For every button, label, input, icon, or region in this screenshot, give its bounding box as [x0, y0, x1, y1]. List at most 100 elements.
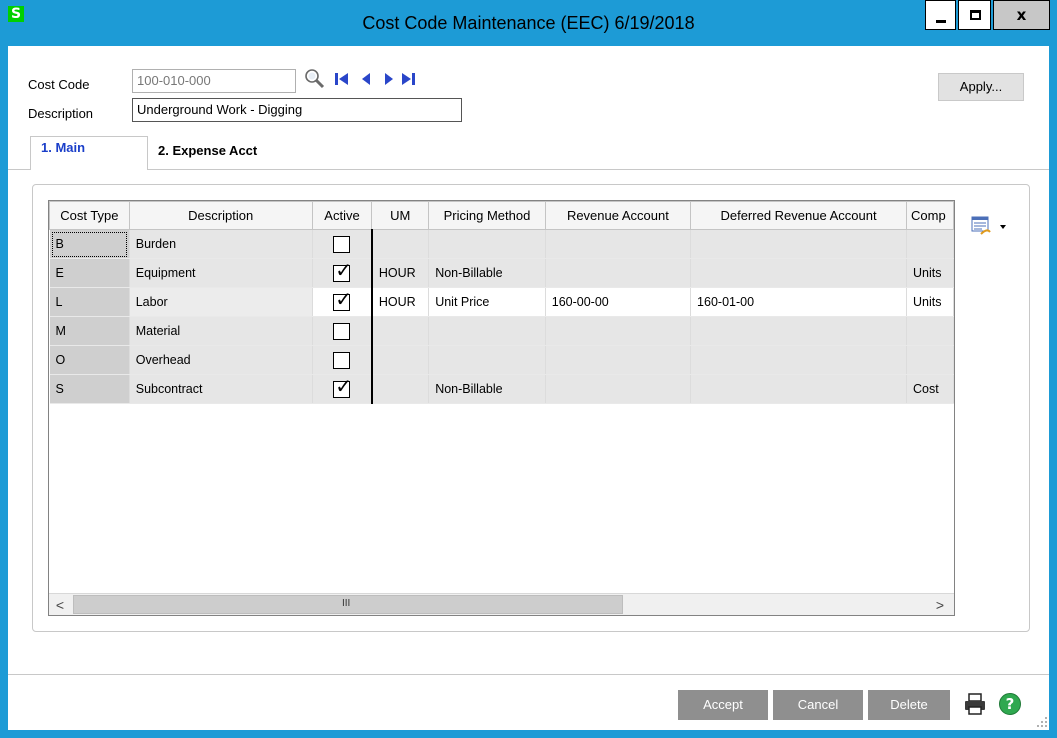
checkmark-icon: ✓: [335, 258, 352, 282]
um-cell[interactable]: [371, 316, 430, 346]
pricing-method-cell[interactable]: Non-Billable: [428, 258, 546, 288]
pricing-method-cell[interactable]: Non-Billable: [428, 374, 546, 404]
last-record-icon[interactable]: [400, 71, 416, 87]
comp-cell[interactable]: Units: [906, 258, 954, 288]
apply-button[interactable]: Apply...: [938, 73, 1024, 101]
scrollbar-thumb[interactable]: III: [73, 595, 623, 614]
pricing-method-cell[interactable]: Unit Price: [428, 287, 546, 317]
grid-settings-icon[interactable]: [970, 214, 1010, 238]
resize-grip-icon[interactable]: [1036, 716, 1048, 728]
help-icon[interactable]: ?: [998, 692, 1022, 716]
deferred-revenue-account-cell[interactable]: 160-01-00: [690, 287, 908, 317]
tab-main[interactable]: 1. Main: [30, 136, 148, 170]
tab-expense-acct[interactable]: 2. Expense Acct: [148, 136, 276, 168]
pricing-method-cell[interactable]: [428, 316, 546, 346]
cancel-button[interactable]: Cancel: [773, 690, 863, 720]
um-cell[interactable]: [371, 374, 430, 404]
description-cell[interactable]: Overhead: [129, 345, 313, 375]
table-row[interactable]: S Subcontract ✓ Non-Billable Cost: [49, 374, 954, 404]
table-row[interactable]: O Overhead: [49, 345, 954, 375]
table-row[interactable]: M Material: [49, 316, 954, 346]
column-header-revenue-account[interactable]: Revenue Account: [544, 201, 692, 230]
description-cell[interactable]: Material: [129, 316, 313, 346]
um-cell[interactable]: [371, 229, 430, 259]
deferred-revenue-account-cell[interactable]: [690, 229, 908, 259]
um-cell[interactable]: HOUR: [371, 287, 430, 317]
cost-code-input[interactable]: 100-010-000: [132, 69, 296, 93]
column-header-um[interactable]: UM: [371, 201, 430, 230]
cost-type-cell[interactable]: O: [49, 345, 130, 375]
description-cell[interactable]: Burden: [129, 229, 313, 259]
active-cell[interactable]: ✓: [312, 374, 373, 404]
column-header-comp[interactable]: Comp: [906, 201, 954, 230]
comp-cell[interactable]: [906, 229, 954, 259]
comp-cell[interactable]: [906, 345, 954, 375]
active-checkbox[interactable]: ✓: [333, 289, 352, 311]
pricing-method-cell[interactable]: [428, 229, 546, 259]
scroll-left-icon[interactable]: <: [49, 594, 71, 615]
revenue-account-cell[interactable]: [545, 374, 692, 404]
active-checkbox[interactable]: [333, 351, 351, 369]
active-cell[interactable]: [312, 345, 373, 375]
previous-record-icon[interactable]: [358, 71, 374, 87]
description-cell[interactable]: Equipment: [129, 258, 313, 288]
active-checkbox[interactable]: [333, 322, 351, 340]
table-row[interactable]: B Burden: [49, 229, 954, 259]
revenue-account-cell[interactable]: [545, 316, 692, 346]
cancel-button-label: Cancel: [797, 697, 839, 712]
active-checkbox[interactable]: [333, 235, 351, 253]
accept-button[interactable]: Accept: [678, 690, 768, 720]
column-header-deferred-revenue-account[interactable]: Deferred Revenue Account: [690, 201, 908, 230]
deferred-revenue-account-cell[interactable]: [690, 345, 908, 375]
deferred-revenue-account-cell[interactable]: [690, 316, 908, 346]
cost-type-cell[interactable]: M: [49, 316, 130, 346]
table-row[interactable]: E Equipment ✓ HOUR Non-Billable Units: [49, 258, 954, 288]
cost-type-cell[interactable]: S: [49, 374, 130, 404]
active-tab-gap: [31, 169, 147, 171]
column-header-pricing-method[interactable]: Pricing Method: [428, 201, 546, 230]
maximize-button[interactable]: [958, 0, 991, 30]
comp-cell[interactable]: Cost: [906, 374, 954, 404]
um-cell[interactable]: HOUR: [371, 258, 430, 288]
active-cell[interactable]: ✓: [312, 258, 373, 288]
active-cell[interactable]: [312, 316, 373, 346]
scroll-right-icon[interactable]: >: [929, 594, 951, 615]
active-cell[interactable]: [312, 229, 373, 259]
lookup-magnifier-icon[interactable]: [304, 68, 326, 90]
cost-type-cell[interactable]: L: [49, 287, 130, 317]
tab-main-label: 1. Main: [41, 140, 86, 155]
cost-type-grid[interactable]: Cost Type Description Active UM Pricing …: [48, 200, 955, 616]
active-checkbox[interactable]: ✓: [333, 260, 352, 282]
description-cell[interactable]: Subcontract: [129, 374, 313, 404]
horizontal-scrollbar[interactable]: < III >: [49, 593, 954, 615]
um-cell[interactable]: [371, 345, 430, 375]
next-record-icon[interactable]: [381, 71, 397, 87]
delete-button[interactable]: Delete: [868, 690, 950, 720]
tab-expense-acct-label: 2. Expense Acct: [158, 143, 258, 158]
printer-icon[interactable]: [963, 692, 987, 716]
revenue-account-cell[interactable]: 160-00-00: [545, 287, 692, 317]
pricing-method-cell[interactable]: [428, 345, 546, 375]
description-input[interactable]: Underground Work - Digging: [132, 98, 462, 122]
minimize-button[interactable]: [925, 0, 956, 30]
column-header-description[interactable]: Description: [128, 201, 313, 230]
table-row[interactable]: L Labor ✓ HOUR Unit Price 160-00-00 160-…: [49, 287, 954, 317]
title-bar[interactable]: S Cost Code Maintenance (EEC) 6/19/2018 …: [0, 0, 1057, 46]
revenue-account-cell[interactable]: [545, 345, 692, 375]
first-record-icon[interactable]: [334, 71, 350, 87]
cost-type-cell[interactable]: B: [49, 229, 130, 259]
revenue-account-cell[interactable]: [545, 258, 692, 288]
cost-type-cell[interactable]: E: [49, 258, 130, 288]
deferred-revenue-account-cell[interactable]: [690, 374, 908, 404]
grid-header-row: Cost Type Description Active UM Pricing …: [49, 201, 954, 230]
column-header-active[interactable]: Active: [311, 201, 373, 230]
comp-cell[interactable]: [906, 316, 954, 346]
active-cell[interactable]: ✓: [312, 287, 373, 317]
description-cell[interactable]: Labor: [129, 287, 313, 317]
deferred-revenue-account-cell[interactable]: [690, 258, 908, 288]
column-header-cost-type[interactable]: Cost Type: [49, 201, 130, 230]
close-button[interactable]: x: [993, 0, 1050, 30]
comp-cell[interactable]: Units: [906, 287, 954, 317]
active-checkbox[interactable]: ✓: [333, 376, 352, 398]
revenue-account-cell[interactable]: [545, 229, 692, 259]
